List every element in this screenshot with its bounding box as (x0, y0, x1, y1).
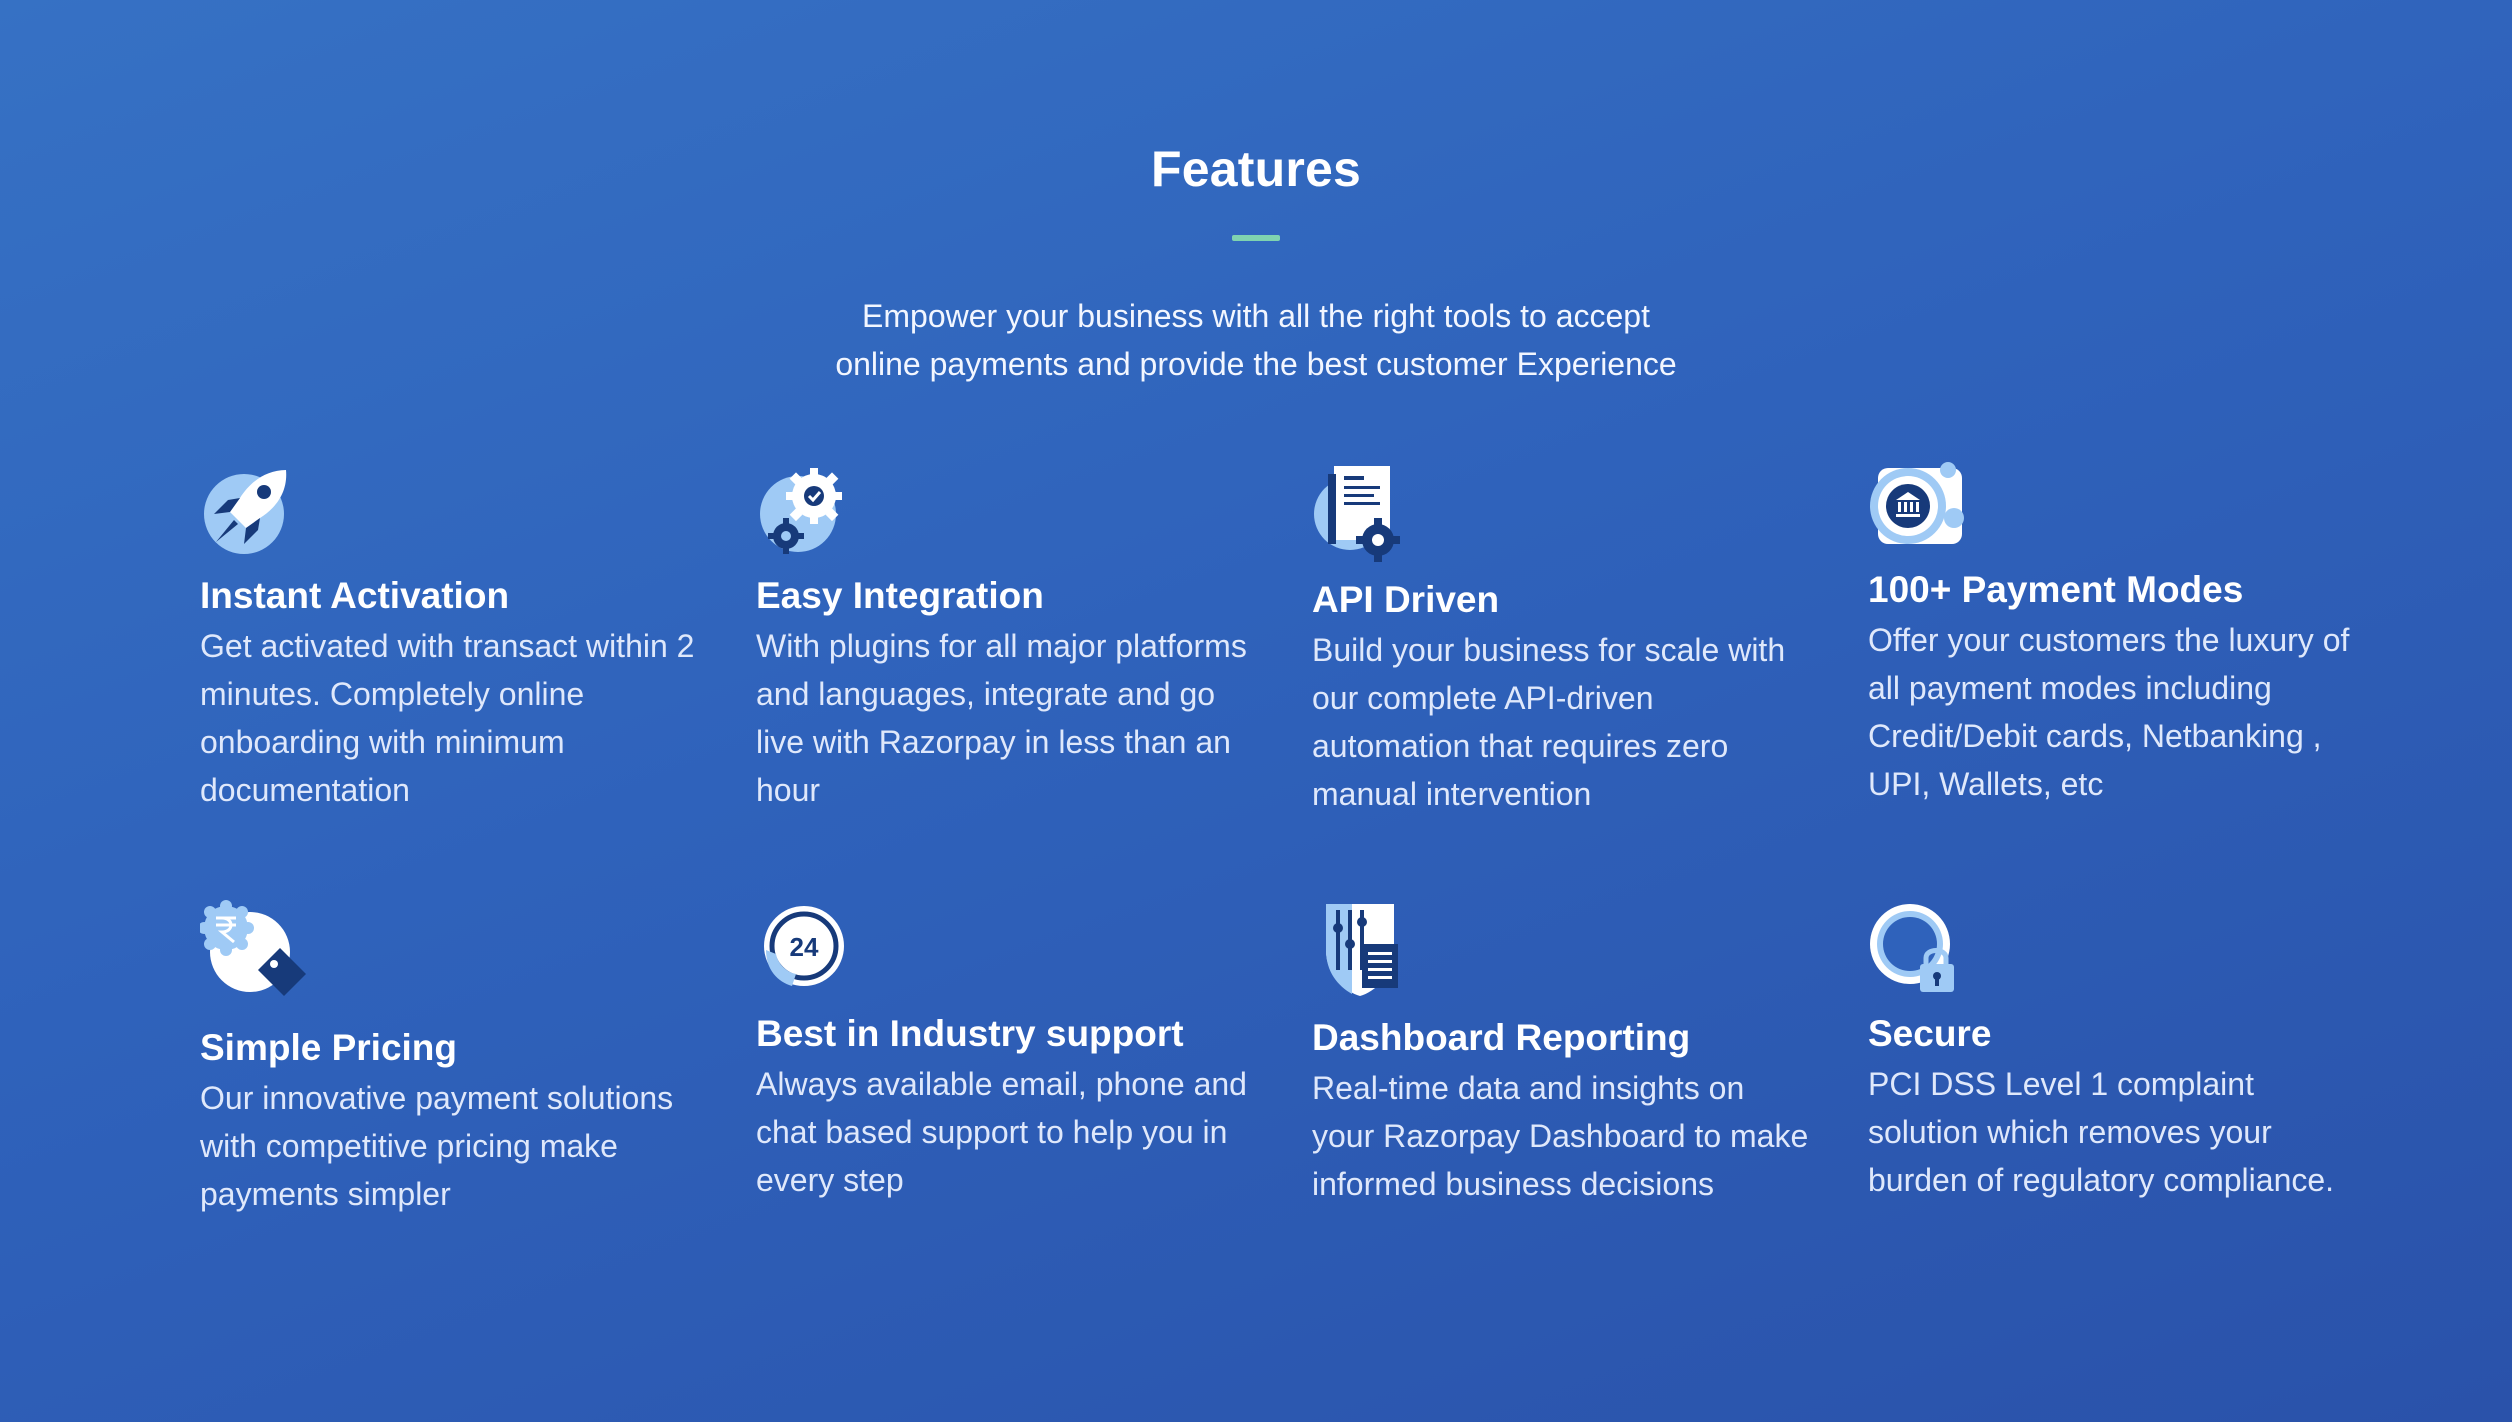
support-24-icon: 24 (756, 900, 852, 996)
feature-title: Best in Industry support (756, 1013, 1184, 1054)
feature-title: Dashboard Reporting (1312, 1017, 1691, 1058)
feature-description: Always available email, phone and chat b… (756, 1066, 1247, 1198)
feature-title: Easy Integration (756, 575, 1044, 616)
feature-card-api-driven: API Driven Build your business for scale… (1312, 462, 1812, 818)
padlock-icon (1868, 900, 1964, 996)
title-divider (1232, 235, 1280, 241)
feature-card-support: 24 Best in Industry support Always avail… (756, 900, 1256, 1204)
feature-title: 100+ Payment Modes (1868, 569, 2244, 610)
feature-card-payment-modes: 100+ Payment Modes Offer your customers … (1868, 462, 2368, 808)
rocket-icon (200, 462, 296, 558)
feature-description: PCI DSS Level 1 complaint solution which… (1868, 1066, 2335, 1198)
subtitle-line: online payments and provide the best cus… (835, 346, 1677, 382)
feature-card-dashboard-reporting: Dashboard Reporting Real-time data and i… (1312, 900, 1812, 1208)
feature-title: Simple Pricing (200, 1027, 458, 1068)
feature-description: Offer your customers the luxury of all p… (1868, 622, 2350, 802)
feature-description: Get activated with transact within 2 min… (200, 628, 695, 808)
feature-description: Build your business for scale with our c… (1312, 632, 1786, 812)
feature-description: Our innovative payment solutions with co… (200, 1080, 674, 1212)
feature-description: With plugins for all major platforms and… (756, 628, 1247, 808)
feature-title: Secure (1868, 1013, 1992, 1054)
feature-card-instant-activation: Instant Activation Get activated with tr… (200, 462, 700, 814)
feature-card-secure: Secure PCI DSS Level 1 complaint solutio… (1868, 900, 2368, 1204)
feature-title: Instant Activation (200, 575, 510, 616)
dashboard-report-icon (1312, 900, 1408, 1000)
gears-icon (756, 462, 852, 558)
section-title: Features (1150, 141, 1362, 197)
feature-title: API Driven (1312, 579, 1500, 620)
feature-description: Real-time data and insights on your Razo… (1312, 1070, 1809, 1202)
bank-payment-icon (1868, 462, 1964, 552)
feature-card-simple-pricing: Simple Pricing Our innovative payment so… (200, 900, 700, 1218)
section-subtitle: Empower your business with all the right… (756, 292, 1756, 388)
document-gear-icon (1312, 462, 1408, 562)
feature-card-easy-integration: Easy Integration With plugins for all ma… (756, 462, 1256, 814)
subtitle-line: Empower your business with all the right… (862, 298, 1650, 334)
rupee-price-tag-icon (200, 900, 306, 1010)
support-24-label: 24 (790, 932, 819, 962)
